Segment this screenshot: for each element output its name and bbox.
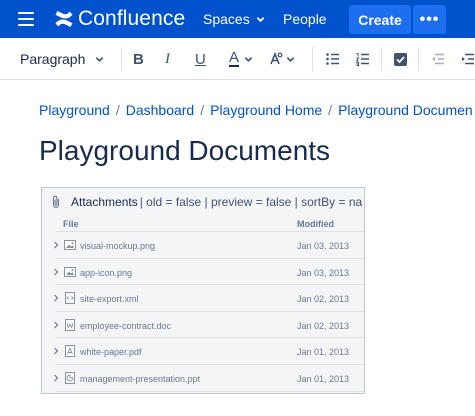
table-row[interactable]: site-export.xml Jan 02, 2013 xyxy=(53,285,364,312)
toolbar-divider xyxy=(381,47,382,71)
toolbar-divider xyxy=(121,47,122,71)
chevron-down-icon xyxy=(96,56,104,62)
modified-date: Jan 03, 2013 xyxy=(297,267,350,278)
indent-button[interactable] xyxy=(460,49,475,69)
spaces-menu[interactable]: Spaces xyxy=(203,11,265,27)
bullet-list-icon xyxy=(326,53,339,65)
outdent-icon xyxy=(432,53,444,65)
text-format-icon xyxy=(270,51,283,65)
numbered-list-button[interactable] xyxy=(355,49,371,69)
table-row[interactable]: white-paper.pdf Jan 01, 2013 xyxy=(53,338,364,365)
chevron-right-icon[interactable] xyxy=(53,241,59,249)
confluence-logo-icon xyxy=(55,11,73,27)
paperclip-icon xyxy=(52,195,60,209)
more-formatting-button[interactable] xyxy=(268,49,295,69)
macro-name: Attachments xyxy=(71,195,138,209)
spaces-label: Spaces xyxy=(203,11,250,27)
paragraph-label: Paragraph xyxy=(20,51,86,67)
file-name[interactable]: management-presentation.ppt xyxy=(80,374,200,384)
breadcrumb-separator: / xyxy=(115,102,120,118)
outdent-button[interactable] xyxy=(430,49,446,69)
file-name[interactable]: white-paper.pdf xyxy=(80,347,142,357)
italic-button[interactable]: I xyxy=(165,49,170,69)
action-item-button[interactable] xyxy=(393,49,408,69)
file-name[interactable]: visual-mockup.png xyxy=(80,241,155,251)
more-button[interactable]: ••• xyxy=(413,5,446,34)
attachments-macro[interactable]: Attachments | old = false | preview = fa… xyxy=(41,187,365,394)
image-file-icon xyxy=(64,266,76,277)
table-row[interactable]: employee-contract.doc Jan 02, 2013 xyxy=(53,312,364,339)
logo-text: Confluence xyxy=(78,7,186,30)
column-header-modified: Modified xyxy=(297,219,334,229)
modified-date: Jan 03, 2013 xyxy=(297,241,350,251)
confluence-logo[interactable]: Confluence xyxy=(54,7,185,31)
macro-header: Attachments | old = false | preview = fa… xyxy=(42,188,364,216)
presentation-file-icon xyxy=(65,371,75,384)
chevron-down-icon xyxy=(256,16,264,22)
menu-icon[interactable] xyxy=(18,12,34,26)
paragraph-style-dropdown[interactable]: Paragraph xyxy=(20,49,104,69)
table-header: File Modified xyxy=(56,216,364,232)
checkbox-icon xyxy=(394,52,407,66)
editor-toolbar: Paragraph B I U A xyxy=(0,38,475,80)
code-file-icon xyxy=(65,292,75,305)
breadcrumb-item-playground-documents[interactable]: Playground Documen xyxy=(338,102,473,118)
text-color-icon: A xyxy=(229,49,240,67)
chevron-right-icon[interactable] xyxy=(53,294,59,302)
image-file-icon xyxy=(64,240,76,250)
breadcrumb-item-dashboard[interactable]: Dashboard xyxy=(126,102,195,118)
breadcrumb-item-playground-home[interactable]: Playground Home xyxy=(210,102,322,118)
chevron-down-icon xyxy=(286,56,295,62)
breadcrumb-item-playground[interactable]: Playground xyxy=(39,102,110,118)
macro-params: | old = false | preview = false | sortBy… xyxy=(139,195,363,209)
modified-date: Jan 02, 2013 xyxy=(297,320,350,331)
toolbar-divider xyxy=(418,47,419,71)
modified-date: Jan 01, 2013 xyxy=(297,373,350,384)
file-name[interactable]: app-icon.png xyxy=(80,268,132,278)
underline-button[interactable]: U xyxy=(195,49,206,69)
modified-date: Jan 01, 2013 xyxy=(297,347,350,358)
table-row[interactable]: management-presentation.ppt Jan 01, 2013 xyxy=(53,365,364,392)
bullet-list-button[interactable] xyxy=(325,49,341,69)
file-name[interactable]: employee-contract.doc xyxy=(80,321,171,331)
bold-button[interactable]: B xyxy=(133,49,144,69)
chevron-down-icon xyxy=(244,56,253,62)
text-color-button[interactable]: A xyxy=(229,49,253,69)
chevron-right-icon[interactable] xyxy=(53,268,59,276)
numbered-list-icon xyxy=(355,53,369,66)
chevron-right-icon[interactable] xyxy=(53,347,59,355)
word-file-icon xyxy=(65,318,75,331)
chevron-right-icon[interactable] xyxy=(53,321,59,329)
page-title[interactable]: Playground Documents xyxy=(39,135,330,167)
breadcrumb: Playground / Dashboard / Playground Home / Pla… xyxy=(39,102,473,118)
breadcrumb-separator: / xyxy=(328,102,333,118)
people-link[interactable]: People xyxy=(283,11,327,27)
toolbar-divider xyxy=(312,47,313,71)
top-navigation: Confluence Spaces People Create ••• xyxy=(0,0,475,38)
chevron-right-icon[interactable] xyxy=(53,374,59,382)
column-header-file: File xyxy=(63,219,79,229)
file-name[interactable]: site-export.xml xyxy=(80,294,139,304)
attachments-table: File Modified visual-mockup.png Jan 03, … xyxy=(53,216,364,392)
table-row[interactable]: visual-mockup.png Jan 03, 2013 xyxy=(53,232,364,259)
table-row[interactable]: app-icon.png Jan 03, 2013 xyxy=(53,259,364,286)
indent-icon xyxy=(462,53,474,65)
pdf-file-icon xyxy=(65,345,75,358)
modified-date: Jan 02, 2013 xyxy=(297,294,350,305)
breadcrumb-separator: / xyxy=(200,102,205,118)
create-button[interactable]: Create xyxy=(349,5,411,34)
